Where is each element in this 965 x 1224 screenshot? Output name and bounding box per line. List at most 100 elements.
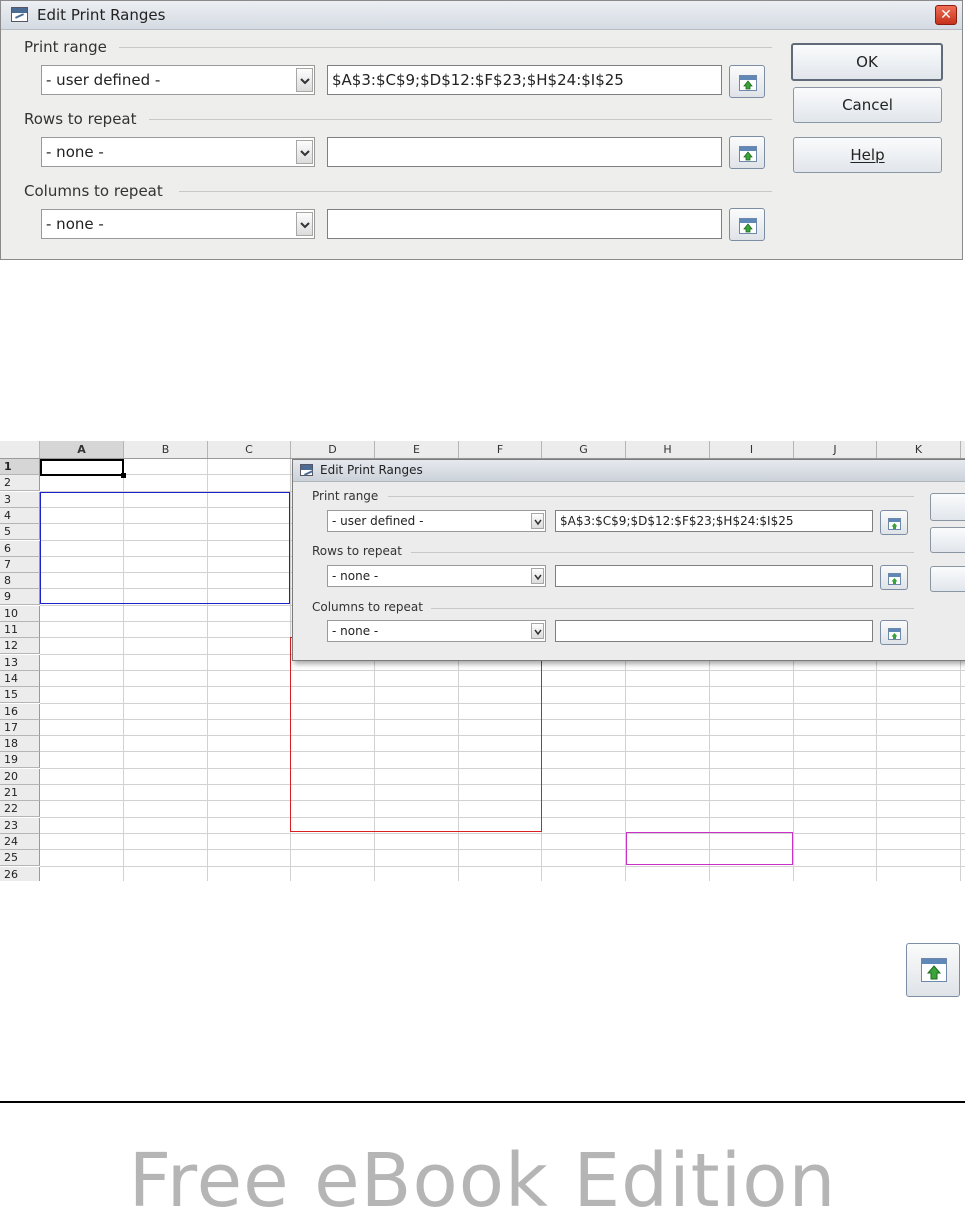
row-header-9[interactable]: 9 (0, 589, 40, 605)
row-header-7[interactable]: 7 (0, 557, 40, 573)
print-range-selected: - user defined - (46, 71, 161, 89)
row-header-6[interactable]: 6 (0, 541, 40, 557)
ok-label: OK (856, 53, 878, 71)
rows-to-repeat-label: Rows to repeat (24, 110, 137, 128)
columns-to-repeat-label: Columns to repeat (312, 600, 423, 614)
rows-to-repeat-label: Rows to repeat (312, 544, 402, 558)
column-header-d[interactable]: D (291, 441, 375, 458)
column-header-c[interactable]: C (208, 441, 291, 458)
column-header-g[interactable]: G (542, 441, 626, 458)
column-header-e[interactable]: E (375, 441, 459, 458)
row-header-20[interactable]: 20 (0, 769, 40, 785)
cancel-button[interactable]: Cancel (793, 87, 942, 123)
help-label: Help (850, 146, 885, 164)
print-range-input[interactable]: $A$3:$C$9;$D$12:$F$23;$H$24:$I$25 (327, 65, 722, 95)
fill-handle[interactable] (121, 473, 126, 478)
print-range-input[interactable]: $A$3:$C$9;$D$12:$F$23;$H$24:$I$25 (555, 510, 873, 532)
rows-to-repeat-shrink-button[interactable] (880, 565, 908, 590)
print-range-selected: - user defined - (332, 514, 424, 528)
row-header-1[interactable]: 1 (0, 459, 40, 475)
columns-to-repeat-input[interactable] (555, 620, 873, 642)
edit-print-ranges-dialog-preview: Edit Print Ranges Print range - user def… (292, 459, 965, 661)
row-header-26[interactable]: 26 (0, 867, 40, 881)
shrink-button-enlarged (906, 943, 960, 997)
ok-button[interactable]: OK (791, 43, 943, 81)
select-all-corner[interactable] (0, 441, 40, 458)
column-header-i[interactable]: I (710, 441, 794, 458)
columns-to-repeat-shrink-button[interactable] (880, 620, 908, 645)
row-header-19[interactable]: 19 (0, 752, 40, 768)
row-header-24[interactable]: 24 (0, 834, 40, 850)
row-header-22[interactable]: 22 (0, 801, 40, 817)
columns-to-repeat-select[interactable]: - none - (41, 209, 315, 239)
row-header-10[interactable]: 10 (0, 606, 40, 622)
print-range-select[interactable]: - user defined - (41, 65, 315, 95)
rows-to-repeat-shrink-button[interactable] (729, 136, 765, 169)
row-header-2[interactable]: 2 (0, 475, 40, 491)
row-header-3[interactable]: 3 (0, 492, 40, 508)
column-header-a[interactable]: A (40, 441, 124, 458)
shrink-dialog-icon (888, 573, 901, 585)
column-header-h[interactable]: H (626, 441, 710, 458)
close-button[interactable]: ✕ (935, 5, 957, 25)
row-header-8[interactable]: 8 (0, 573, 40, 589)
columns-to-repeat-select[interactable]: - none - (327, 620, 546, 642)
rows-to-repeat-selected: - none - (332, 569, 379, 583)
row-header-14[interactable]: 14 (0, 671, 40, 687)
dialog-title: Edit Print Ranges (37, 6, 166, 24)
columns-to-repeat-input[interactable] (327, 209, 722, 239)
chevron-down-icon[interactable] (296, 68, 313, 92)
row-header-21[interactable]: 21 (0, 785, 40, 801)
chevron-down-icon[interactable] (531, 623, 544, 639)
column-header-b[interactable]: B (124, 441, 208, 458)
chevron-down-icon[interactable] (531, 568, 544, 584)
column-header-j[interactable]: J (794, 441, 877, 458)
print-range-shrink-button[interactable] (880, 510, 908, 535)
cancel-button[interactable] (930, 527, 965, 553)
shrink-dialog-icon (921, 958, 947, 982)
edit-print-ranges-dialog: Edit Print Ranges ✕ Print range - user d… (0, 0, 963, 260)
ok-button[interactable] (930, 493, 965, 521)
row-header-12[interactable]: 12 (0, 638, 40, 654)
columns-to-repeat-label: Columns to repeat (24, 182, 163, 200)
chevron-down-icon[interactable] (296, 212, 313, 236)
group-separator (431, 608, 914, 609)
active-cell-a1[interactable] (40, 459, 124, 476)
rows-to-repeat-select[interactable]: - none - (327, 565, 546, 587)
row-header-11[interactable]: 11 (0, 622, 40, 638)
print-range-value: $A$3:$C$9;$D$12:$F$23;$H$24:$I$25 (332, 71, 624, 89)
row-header-4[interactable]: 4 (0, 508, 40, 524)
row-header-25[interactable]: 25 (0, 850, 40, 866)
shrink-dialog-icon (739, 75, 757, 91)
close-icon: ✕ (940, 7, 952, 23)
row-header-17[interactable]: 17 (0, 720, 40, 736)
row-header-15[interactable]: 15 (0, 687, 40, 703)
help-button[interactable] (930, 566, 965, 592)
grid-line (40, 833, 965, 834)
rows-to-repeat-selected: - none - (46, 143, 104, 161)
help-button[interactable]: Help (793, 137, 942, 173)
row-header-23[interactable]: 23 (0, 818, 40, 834)
row-header-13[interactable]: 13 (0, 655, 40, 671)
rows-to-repeat-input[interactable] (327, 137, 722, 167)
grid-line (40, 849, 965, 850)
row-header-18[interactable]: 18 (0, 736, 40, 752)
dialog-title: Edit Print Ranges (320, 463, 423, 477)
chevron-down-icon[interactable] (296, 140, 313, 164)
rows-to-repeat-select[interactable]: - none - (41, 137, 315, 167)
print-range-shrink-button[interactable] (729, 65, 765, 98)
row-header-5[interactable]: 5 (0, 524, 40, 540)
columns-to-repeat-shrink-button[interactable] (729, 208, 765, 241)
row-header-16[interactable]: 16 (0, 704, 40, 720)
chevron-down-icon[interactable] (531, 513, 544, 529)
column-header-f[interactable]: F (459, 441, 542, 458)
rows-to-repeat-input[interactable] (555, 565, 873, 587)
print-range-select[interactable]: - user defined - (327, 510, 546, 532)
page-separator (0, 1101, 965, 1103)
column-header-k[interactable]: K (877, 441, 961, 458)
columns-to-repeat-selected: - none - (332, 624, 379, 638)
print-range-label: Print range (24, 38, 107, 56)
print-range-outline-d12-f23 (290, 637, 542, 832)
shrink-dialog-icon (739, 218, 757, 234)
group-separator (119, 47, 772, 48)
